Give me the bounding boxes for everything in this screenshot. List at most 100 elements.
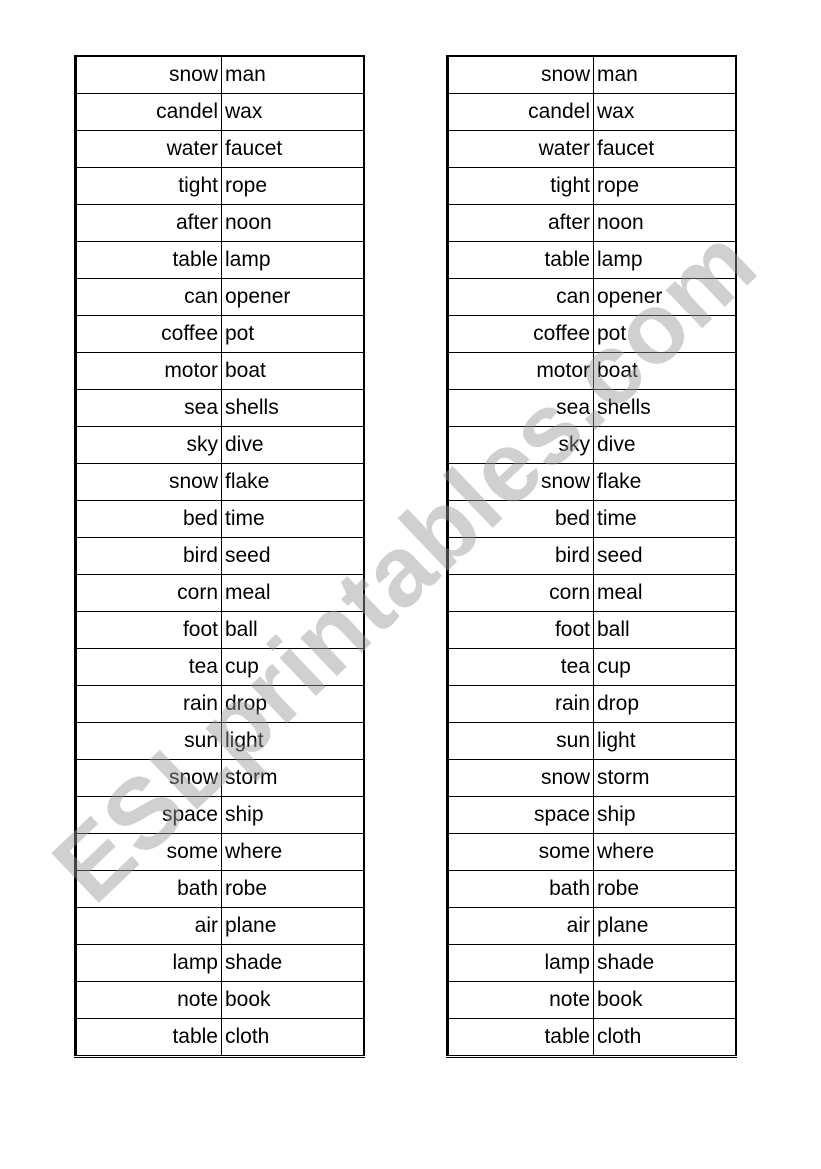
table-row: lamp shade [75, 944, 364, 982]
table-row: snow flake [447, 463, 736, 501]
word-first-half: snow [447, 463, 594, 501]
word-second-half: boat [593, 352, 736, 390]
word-first-half: sky [447, 426, 594, 464]
word-first-half: bird [447, 537, 594, 575]
word-second-half: seed [221, 537, 364, 575]
word-first-half: bath [447, 870, 594, 908]
table-row: motor boat [75, 352, 364, 390]
word-second-half: rope [221, 167, 364, 205]
table-row: can opener [447, 278, 736, 316]
word-first-half: air [447, 907, 594, 945]
word-second-half: flake [593, 463, 736, 501]
table-row: water faucet [75, 130, 364, 168]
table-row: tea cup [75, 648, 364, 686]
word-second-half: shade [221, 944, 364, 982]
table-row: table lamp [75, 241, 364, 279]
word-first-half: sun [447, 722, 594, 760]
word-first-half: lamp [75, 944, 222, 982]
word-first-half: motor [75, 352, 222, 390]
word-second-half: shade [593, 944, 736, 982]
word-first-half: bed [75, 500, 222, 538]
table-row: coffee pot [75, 315, 364, 353]
word-second-half: ball [221, 611, 364, 649]
word-first-half: sea [75, 389, 222, 427]
word-first-half: bird [75, 537, 222, 575]
word-first-half: candel [447, 93, 594, 131]
word-second-half: ball [593, 611, 736, 649]
table-row: sea shells [75, 389, 364, 427]
table-row: candel wax [447, 93, 736, 131]
table-row: sky dive [75, 426, 364, 464]
word-second-half: man [221, 56, 364, 94]
word-second-half: cup [221, 648, 364, 686]
word-second-half: book [593, 981, 736, 1019]
table-row: can opener [75, 278, 364, 316]
word-second-half: time [221, 500, 364, 538]
word-second-half: cloth [221, 1018, 364, 1057]
table-row: note book [447, 981, 736, 1019]
table-row: snow man [447, 56, 736, 94]
word-second-half: opener [221, 278, 364, 316]
word-second-half: storm [221, 759, 364, 797]
table-row: sun light [447, 722, 736, 760]
word-first-half: table [447, 1018, 594, 1057]
word-second-half: where [221, 833, 364, 871]
word-second-half: book [221, 981, 364, 1019]
word-second-half: cup [593, 648, 736, 686]
table-row: sea shells [447, 389, 736, 427]
table-row: after noon [75, 204, 364, 242]
word-first-half: foot [447, 611, 594, 649]
table-row: sun light [75, 722, 364, 760]
word-first-half: some [75, 833, 222, 871]
table-row: candel wax [75, 93, 364, 131]
word-first-half: rain [75, 685, 222, 723]
word-first-half: sea [447, 389, 594, 427]
word-first-half: air [75, 907, 222, 945]
word-second-half: meal [593, 574, 736, 612]
word-first-half: water [447, 130, 594, 168]
word-second-half: wax [221, 93, 364, 131]
word-first-half: sky [75, 426, 222, 464]
word-second-half: shells [593, 389, 736, 427]
word-first-half: note [75, 981, 222, 1019]
word-second-half: time [593, 500, 736, 538]
table-row: tea cup [447, 648, 736, 686]
word-second-half: shells [221, 389, 364, 427]
word-second-half: wax [593, 93, 736, 131]
word-first-half: tight [75, 167, 222, 205]
word-second-half: cloth [593, 1018, 736, 1057]
word-second-half: plane [221, 907, 364, 945]
table-row: rain drop [75, 685, 364, 723]
table-row: snow storm [75, 759, 364, 797]
word-second-half: lamp [221, 241, 364, 279]
word-second-half: boat [221, 352, 364, 390]
word-first-half: some [447, 833, 594, 871]
table-row: air plane [447, 907, 736, 945]
word-second-half: noon [593, 204, 736, 242]
table-row: bath robe [75, 870, 364, 908]
table-row: air plane [75, 907, 364, 945]
word-second-half: robe [221, 870, 364, 908]
word-first-half: snow [75, 56, 222, 94]
word-first-half: corn [75, 574, 222, 612]
table-row: bird seed [75, 537, 364, 575]
word-second-half: dive [221, 426, 364, 464]
word-second-half: ship [593, 796, 736, 834]
word-second-half: seed [593, 537, 736, 575]
word-second-half: robe [593, 870, 736, 908]
table-row: note book [75, 981, 364, 1019]
word-second-half: flake [221, 463, 364, 501]
word-second-half: opener [593, 278, 736, 316]
table-row: coffee pot [447, 315, 736, 353]
word-first-half: can [447, 278, 594, 316]
word-first-half: tea [447, 648, 594, 686]
word-second-half: faucet [593, 130, 736, 168]
word-first-half: table [75, 1018, 222, 1057]
table-row: snow man [75, 56, 364, 94]
word-first-half: snow [75, 759, 222, 797]
word-second-half: light [221, 722, 364, 760]
word-first-half: space [75, 796, 222, 834]
table-row: corn meal [447, 574, 736, 612]
word-first-half: bath [75, 870, 222, 908]
word-first-half: after [75, 204, 222, 242]
